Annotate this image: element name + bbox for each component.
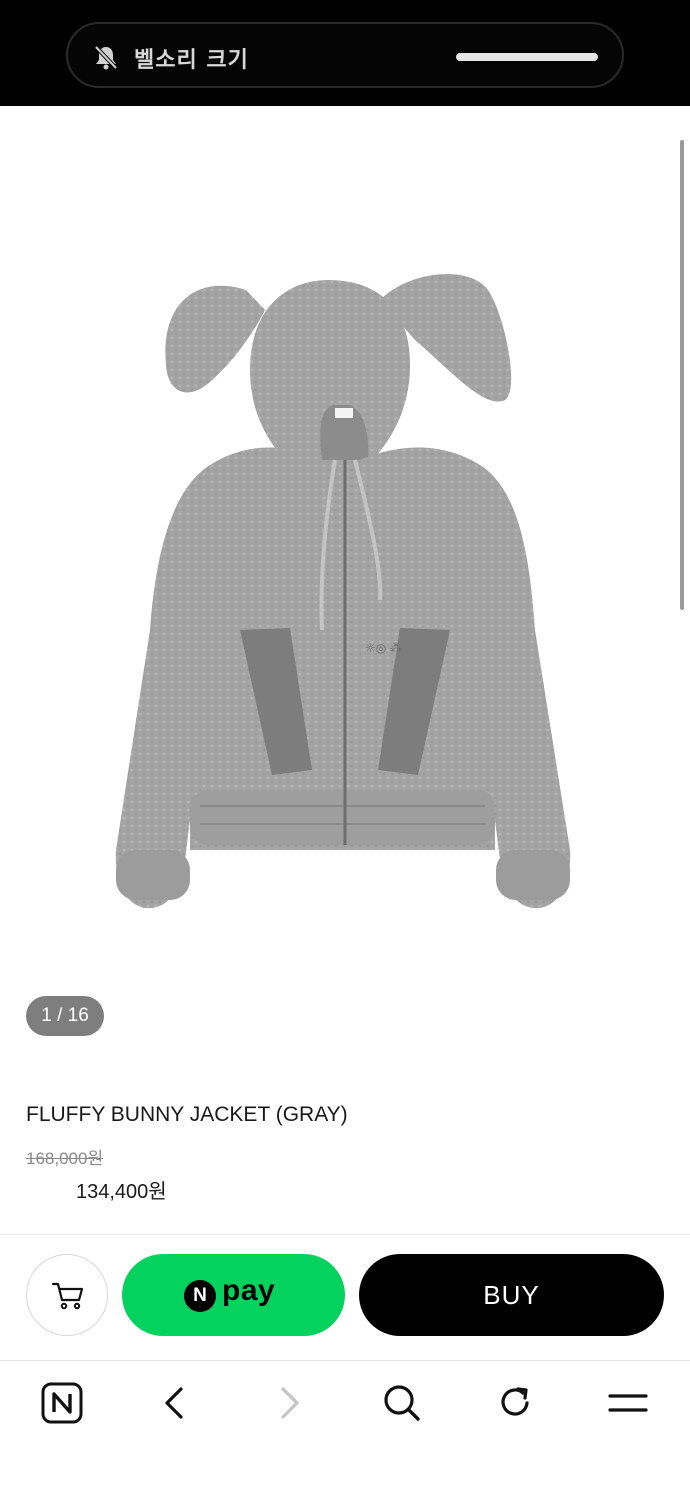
image-counter: 1 / 16 xyxy=(26,996,104,1036)
volume-level-bar[interactable] xyxy=(456,53,598,61)
bell-muted-icon xyxy=(94,45,118,70)
npay-button[interactable]: N pay xyxy=(122,1254,345,1336)
naver-home-icon[interactable] xyxy=(40,1381,84,1425)
browser-nav-bar xyxy=(0,1360,690,1500)
back-icon[interactable] xyxy=(153,1381,197,1425)
product-title: FLUFFY BUNNY JACKET (GRAY) xyxy=(26,1103,348,1126)
notification-text: 벨소리 크기 xyxy=(134,48,249,73)
naver-n-icon: N xyxy=(184,1280,216,1312)
menu-icon[interactable] xyxy=(606,1381,650,1425)
buy-button[interactable]: BUY xyxy=(359,1254,664,1336)
cart-icon xyxy=(51,1282,84,1310)
original-price: 168,000원 xyxy=(26,1149,104,1168)
refresh-icon[interactable] xyxy=(493,1381,537,1425)
scrollbar[interactable] xyxy=(680,140,684,610)
product-image[interactable]: ☼◎ ⁂ xyxy=(50,160,640,940)
sale-price: 134,400원 xyxy=(76,1181,167,1203)
forward-icon[interactable] xyxy=(267,1381,311,1425)
status-bar: 벨소리 크기 xyxy=(0,0,690,106)
add-to-cart-button[interactable] xyxy=(26,1254,108,1336)
volume-notification[interactable]: 벨소리 크기 xyxy=(66,22,624,88)
purchase-action-bar: N pay BUY xyxy=(0,1234,690,1360)
npay-label: pay xyxy=(222,1274,276,1307)
search-icon[interactable] xyxy=(380,1381,424,1425)
svg-text:☼◎ ⁂: ☼◎ ⁂ xyxy=(365,641,402,655)
